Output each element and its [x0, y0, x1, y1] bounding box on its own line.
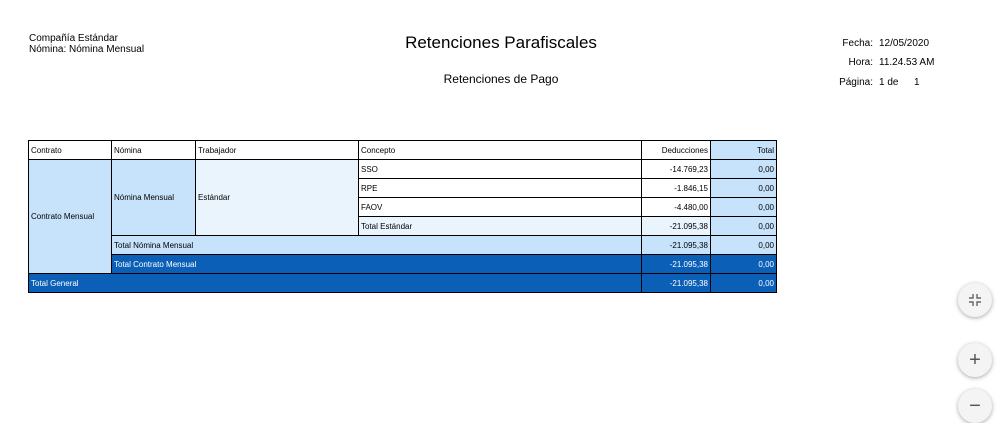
total-cell: 0,00 — [710, 197, 777, 217]
minus-icon: − — [969, 394, 981, 417]
column-header-concepto: Concepto — [358, 140, 642, 160]
column-header-nomina: Nómina — [111, 140, 196, 160]
table-header-row: Contrato Nómina Trabajador Concepto Dedu… — [28, 140, 777, 160]
total-cell: 0,00 — [710, 178, 777, 198]
zoom-in-button[interactable]: + — [958, 343, 992, 377]
total-general-row: Total General -21.095,38 0,00 — [28, 273, 777, 293]
total-cell: 0,00 — [710, 216, 777, 236]
total-nomina-deducciones: -21.095,38 — [641, 235, 711, 255]
deducciones-cell: -1.846,15 — [641, 178, 711, 198]
total-cell: 0,00 — [710, 159, 777, 179]
fit-page-button[interactable] — [958, 283, 992, 317]
concepto-cell: RPE — [358, 178, 642, 198]
total-nomina-total: 0,00 — [710, 235, 777, 255]
total-contrato-label: Total Contrato Mensual — [111, 254, 642, 274]
collapse-icon — [969, 294, 981, 306]
total-nomina-row: Total Nómina Mensual -21.095,38 0,00 — [29, 235, 777, 255]
column-header-contrato: Contrato — [28, 140, 112, 160]
total-general-label: Total General — [28, 273, 642, 293]
total-contrato-total: 0,00 — [710, 254, 777, 274]
deducciones-cell: -14.769,23 — [641, 159, 711, 179]
date-value: 12/05/2020 — [879, 38, 930, 49]
trabajador-cell: Estándar — [195, 159, 359, 236]
date-label: Fecha: — [842, 38, 873, 49]
column-header-total: Total — [710, 140, 777, 160]
total-general-deducciones: -21.095,38 — [641, 273, 711, 293]
total-general-total: 0,00 — [710, 273, 777, 293]
contrato-cell: Contrato Mensual — [28, 159, 112, 274]
deducciones-cell: -4.480,00 — [641, 197, 711, 217]
time-label: Hora: — [848, 57, 873, 68]
nomina-cell: Nómina Mensual — [111, 159, 196, 236]
column-header-trabajador: Trabajador — [195, 140, 359, 160]
page-label: Página: — [839, 77, 873, 88]
concepto-cell: FAOV — [358, 197, 642, 217]
column-header-deducciones: Deducciones — [641, 140, 711, 160]
total-contrato-row: Total Contrato Mensual -21.095,38 0,00 — [29, 254, 777, 274]
total-contrato-deducciones: -21.095,38 — [641, 254, 711, 274]
page-value: 1 de — [879, 77, 899, 88]
concepto-cell: SSO — [358, 159, 642, 179]
concepto-cell: Total Estándar — [358, 216, 642, 236]
plus-icon: + — [969, 348, 981, 371]
zoom-out-button[interactable]: − — [958, 389, 992, 423]
table-row: Contrato Mensual Nómina Mensual Estándar… — [28, 159, 777, 274]
deducciones-cell: -21.095,38 — [641, 216, 711, 236]
time-value: 11.24.53 AM — [879, 57, 935, 68]
page-total: 1 — [914, 77, 920, 88]
report-table: Contrato Nómina Trabajador Concepto Dedu… — [28, 140, 777, 293]
total-nomina-label: Total Nómina Mensual — [111, 235, 642, 255]
